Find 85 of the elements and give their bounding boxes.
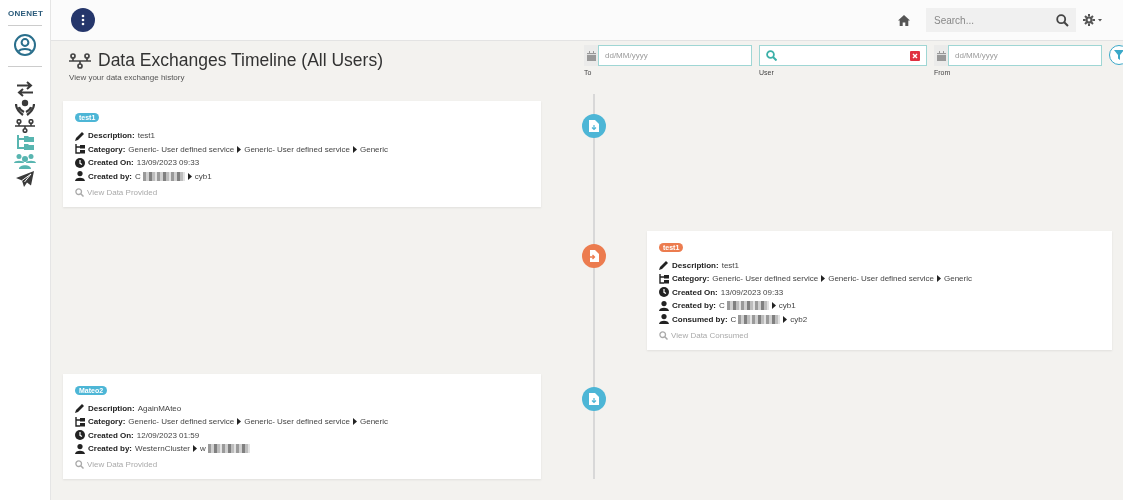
field-label: Created On: <box>88 430 134 440</box>
field-value: cyb1 <box>778 301 796 310</box>
user-icon <box>75 443 85 454</box>
field-value: Generic- User defined service <box>128 144 235 154</box>
field-value: test1 <box>137 131 155 140</box>
clock-icon <box>659 287 669 297</box>
user-field[interactable] <box>759 45 927 66</box>
paper-plane-icon[interactable] <box>16 171 34 187</box>
caret-icon <box>821 275 826 282</box>
field-label: Created by: <box>88 444 132 453</box>
menu-button[interactable] <box>71 8 95 32</box>
field-value: WesternCluster <box>135 444 190 453</box>
user-icon <box>659 314 669 324</box>
field-value: AgainMAteo <box>137 403 182 413</box>
field-value: test1 <box>721 260 739 270</box>
field-label: Created On: <box>88 158 134 167</box>
view-data-link[interactable]: View Data Consumed <box>659 330 749 340</box>
field-value: 13/09/2023 09:33 <box>720 287 784 297</box>
caret-icon <box>353 145 357 153</box>
search-icon <box>766 50 777 61</box>
field-value: Generic <box>944 274 972 283</box>
search-field[interactable]: Search... <box>926 8 1076 32</box>
folder-tree-icon <box>659 273 669 284</box>
search-icon[interactable] <box>1056 13 1069 27</box>
view-data-link[interactable]: View Data Provided <box>75 460 158 469</box>
user-icon <box>659 300 669 311</box>
folder-tree-icon <box>75 144 85 154</box>
filter-button[interactable] <box>1109 45 1123 65</box>
caret-icon <box>193 445 197 452</box>
date-field[interactable]: dd/MM/yyyy <box>948 45 1102 66</box>
user-icon[interactable] <box>13 33 37 57</box>
field-value: C <box>719 301 769 310</box>
home-icon[interactable] <box>898 14 910 26</box>
field-value: cyb2 <box>790 314 808 324</box>
caret-icon <box>353 418 357 425</box>
field-value: Generic- User defined service <box>244 144 350 154</box>
page-title: Data Exchanges Timeline (All Users) <box>98 50 383 71</box>
field-value: Generic- User defined service <box>712 274 819 283</box>
folder-tree-icon <box>75 416 85 427</box>
field-value: w <box>200 444 250 453</box>
field-value: 13/09/2023 09:33 <box>136 158 200 167</box>
field-value: Generic <box>360 417 388 426</box>
pencil-icon <box>75 130 85 141</box>
pencil-icon <box>75 403 85 413</box>
date-field[interactable]: dd/MM/yyyy <box>598 45 752 66</box>
field-value: C <box>135 171 185 181</box>
user-icon <box>75 171 85 181</box>
clock-icon <box>75 157 85 168</box>
field-label: Category: <box>88 417 126 426</box>
field-value: Generic- User defined service <box>128 417 235 426</box>
clear-icon[interactable] <box>910 50 920 61</box>
caret-icon <box>237 418 242 425</box>
hands-icon[interactable] <box>15 99 35 117</box>
settings-icon[interactable] <box>1083 14 1103 26</box>
page-subtitle: View your data exchange history <box>69 73 186 82</box>
pencil-icon <box>659 260 669 270</box>
field-label: Created by: <box>88 171 132 181</box>
field-value: 12/09/2023 01:59 <box>136 430 200 440</box>
caret-icon <box>237 145 242 153</box>
search-icon <box>75 187 84 197</box>
field-value: C <box>730 314 781 324</box>
network-icon[interactable] <box>15 119 35 133</box>
exchange-icon[interactable] <box>16 81 34 97</box>
caret-icon <box>937 275 941 282</box>
field-label: Description: <box>88 131 135 140</box>
field-value: cyb1 <box>194 171 212 181</box>
clock-icon <box>75 430 85 440</box>
search-icon <box>75 460 84 469</box>
caret-icon <box>187 172 192 180</box>
filter-icon <box>1114 50 1123 60</box>
field-value: Generic- User defined service <box>828 274 934 283</box>
field-label: Description: <box>672 260 719 270</box>
logo[interactable]: ONENET <box>8 9 42 26</box>
field-label: Created On: <box>672 287 718 297</box>
view-data-link[interactable]: View Data Provided <box>75 187 158 197</box>
search-icon <box>659 330 668 340</box>
field-value: Generic- User defined service <box>244 417 350 426</box>
dots-icon <box>81 14 85 26</box>
field-label: Category: <box>672 274 710 283</box>
field-label: Description: <box>88 403 135 413</box>
field-value: Generic <box>360 144 388 154</box>
field-label: Consumed by: <box>672 314 728 324</box>
field-label: Category: <box>88 144 126 154</box>
network-icon <box>69 52 91 69</box>
field-label: Created by: <box>672 301 716 310</box>
